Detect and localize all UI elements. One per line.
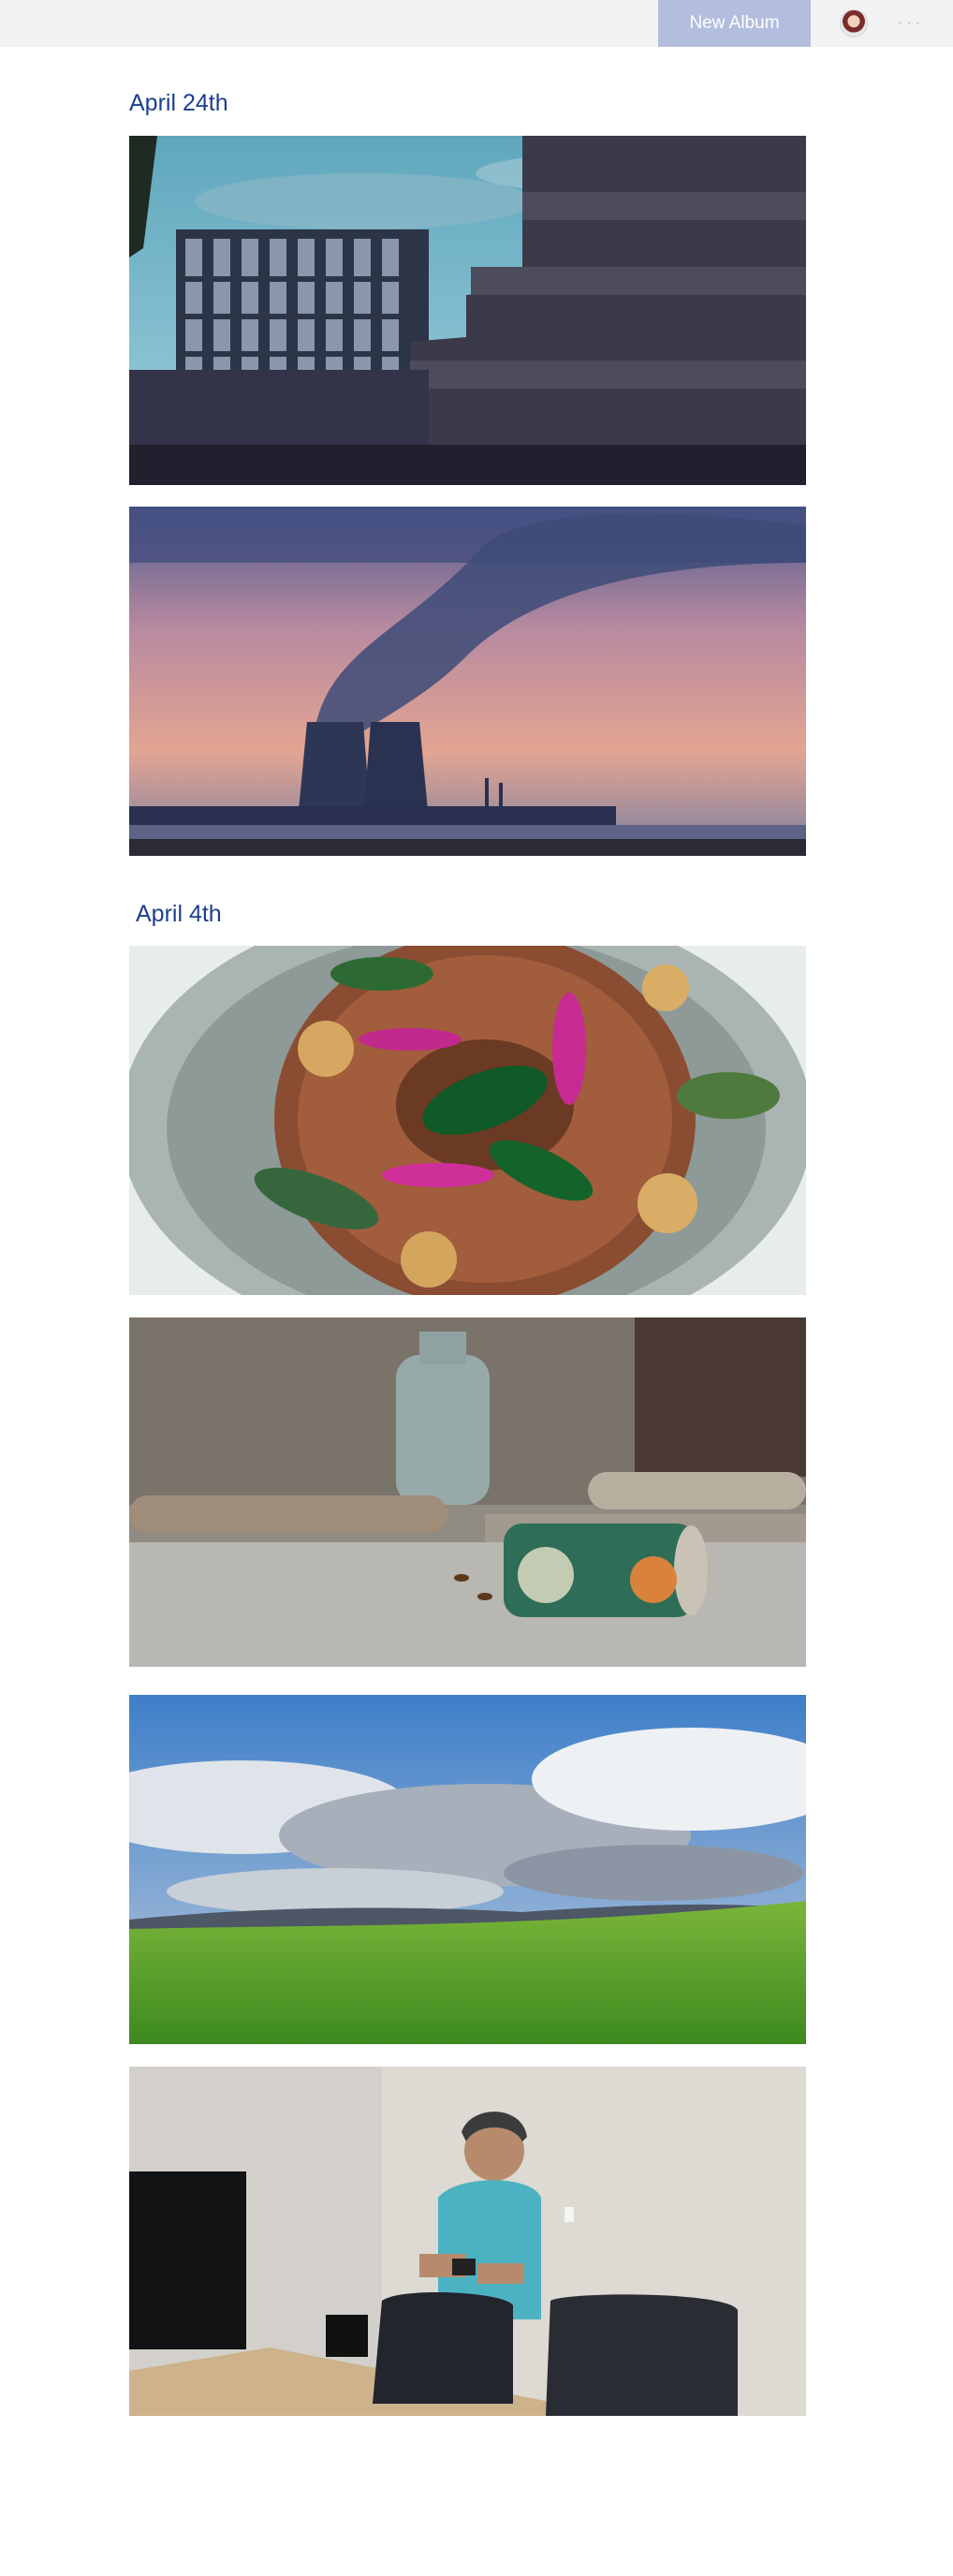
date-heading: April 24th xyxy=(129,90,228,116)
photo-tile[interactable] xyxy=(129,1317,806,1667)
photo-tile[interactable] xyxy=(129,136,806,485)
photo-tile[interactable] xyxy=(129,507,806,856)
new-album-button[interactable]: New Album xyxy=(658,0,811,47)
top-bar: New Album ··· xyxy=(0,0,953,47)
photo-tile[interactable] xyxy=(129,2067,806,2416)
user-avatar-icon[interactable] xyxy=(840,9,868,37)
photo-tile[interactable] xyxy=(129,946,806,1295)
date-heading: April 4th xyxy=(136,901,222,927)
ellipsis-icon[interactable]: ··· xyxy=(894,10,926,34)
photo-tile[interactable] xyxy=(129,1695,806,2044)
